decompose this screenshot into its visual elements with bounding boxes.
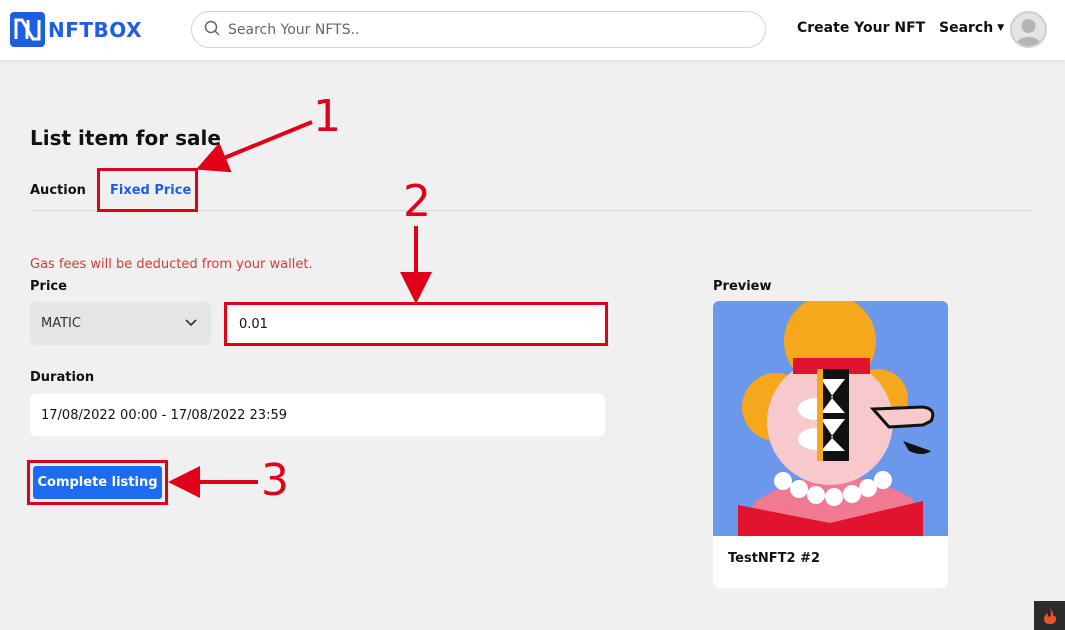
price-input-value: 0.01 (239, 316, 268, 332)
nav-search-label: Search (939, 20, 994, 36)
chevron-down-icon (185, 316, 197, 332)
search-input[interactable] (228, 21, 728, 38)
page-title: List item for sale (30, 126, 221, 150)
user-avatar[interactable] (1010, 11, 1047, 48)
listing-type-tabs: Auction Fixed Price (30, 168, 1034, 212)
flame-icon[interactable] (1034, 601, 1065, 630)
annotation-step-2: 2 (403, 176, 431, 227)
nav-create-nft-link[interactable]: Create Your NFT (797, 20, 925, 36)
duration-input[interactable]: 17/08/2022 00:00 - 17/08/2022 23:59 (30, 394, 605, 436)
avatar-icon (1015, 19, 1042, 46)
currency-select[interactable]: MATIC (30, 302, 211, 345)
top-navbar: NFTBOX Create Your NFT Search ▼ (0, 0, 1065, 60)
logo-text-box: BOX (93, 17, 142, 42)
logo-text-nft: NFT (48, 17, 94, 42)
logo-icon (10, 12, 45, 47)
price-label: Price (30, 279, 67, 294)
currency-value: MATIC (41, 316, 81, 331)
nft-artwork-image (713, 301, 948, 536)
search-bar[interactable] (191, 11, 766, 48)
caret-down-icon: ▼ (997, 23, 1005, 33)
duration-value: 17/08/2022 00:00 - 17/08/2022 23:59 (41, 407, 288, 423)
nft-preview-card[interactable]: TestNFT2 #2 (713, 301, 948, 588)
logo[interactable]: NFTBOX (10, 12, 142, 47)
nav-search-dropdown[interactable]: Search ▼ (939, 20, 1004, 36)
price-input[interactable]: 0.01 (224, 302, 608, 346)
annotation-step-3: 3 (261, 455, 289, 506)
logo-text: NFTBOX (48, 18, 142, 42)
annotation-highlight-box-1 (97, 168, 198, 212)
complete-listing-button[interactable]: Complete listing (33, 466, 162, 499)
duration-label: Duration (30, 370, 95, 385)
search-icon (204, 20, 220, 40)
annotation-step-1: 1 (313, 91, 341, 142)
preview-label: Preview (713, 279, 772, 294)
nft-preview-name: TestNFT2 #2 (728, 551, 821, 566)
gas-fee-notice: Gas fees will be deducted from your wall… (30, 257, 313, 272)
annotation-highlight-box-3: Complete listing (27, 460, 168, 505)
tab-auction[interactable]: Auction (30, 183, 86, 198)
